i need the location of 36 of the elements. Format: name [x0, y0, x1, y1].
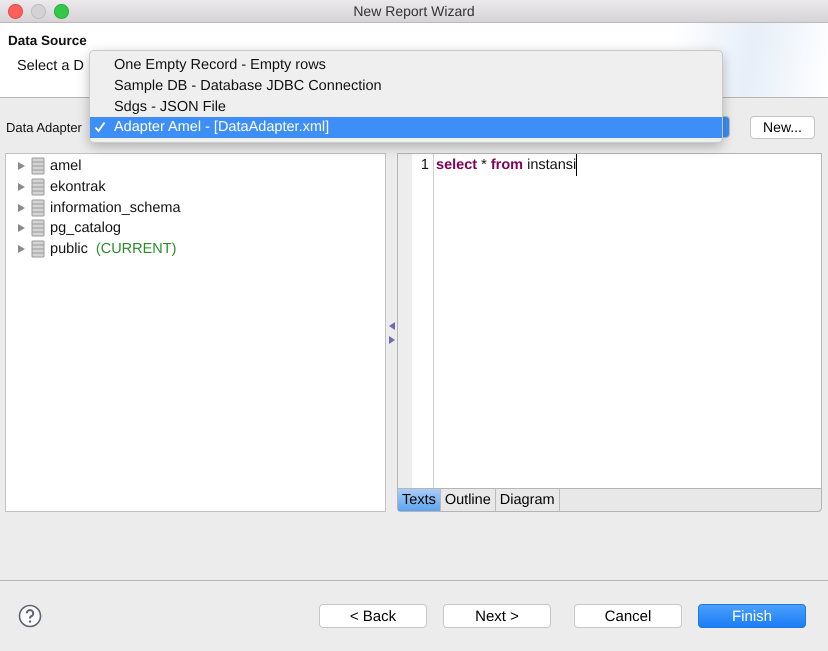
left-arrow-icon[interactable]	[388, 322, 394, 330]
expand-arrow-icon[interactable]	[16, 244, 26, 254]
schema-name[interactable]: information_schema	[50, 200, 181, 216]
wizard-button[interactable]: Cancel	[574, 604, 682, 628]
line-number: 1	[420, 156, 430, 175]
database-icon	[30, 178, 46, 196]
schema-name[interactable]: amel	[50, 158, 82, 174]
new-button[interactable]: New...	[750, 116, 815, 138]
wizard-button[interactable]: < Back	[319, 604, 427, 628]
menu-item[interactable]: Sample DB - Database JDBC Connection	[90, 76, 722, 96]
close-window-button[interactable]	[8, 4, 23, 19]
database-icon	[30, 198, 46, 217]
schema-name[interactable]: public	[50, 241, 88, 258]
expand-arrow-icon[interactable]	[16, 182, 26, 192]
help-icon[interactable]	[18, 604, 42, 628]
current-tag: (CURRENT)	[96, 241, 176, 258]
page-title: Data Source	[8, 33, 87, 48]
expand-arrow-icon[interactable]	[16, 161, 26, 172]
expand-arrow-icon[interactable]	[16, 202, 26, 213]
schema-name[interactable]: pg_catalog	[50, 220, 121, 236]
menu-item[interactable]: Sdgs - JSON File	[90, 96, 722, 118]
right-arrow-icon[interactable]	[388, 336, 394, 344]
page-subtitle: Select a D	[17, 58, 84, 74]
window-title: New Report Wizard	[353, 3, 475, 19]
expand-arrow-icon[interactable]	[16, 223, 26, 234]
wizard-button[interactable]: Next >	[443, 604, 551, 628]
database-icon	[30, 240, 46, 258]
zoom-window-button[interactable]	[54, 4, 69, 19]
sql-code-line[interactable]: select * from instansi	[436, 154, 578, 176]
schema-name[interactable]: ekontrak	[50, 179, 106, 196]
database-icon	[30, 219, 46, 238]
editor-tab[interactable]: Texts	[398, 489, 441, 511]
database-icon	[30, 157, 46, 176]
checkmark-icon	[94, 121, 106, 134]
field-label: Data Adapter	[6, 120, 83, 134]
menu-item[interactable]: One Empty Record - Empty rows	[90, 55, 722, 76]
